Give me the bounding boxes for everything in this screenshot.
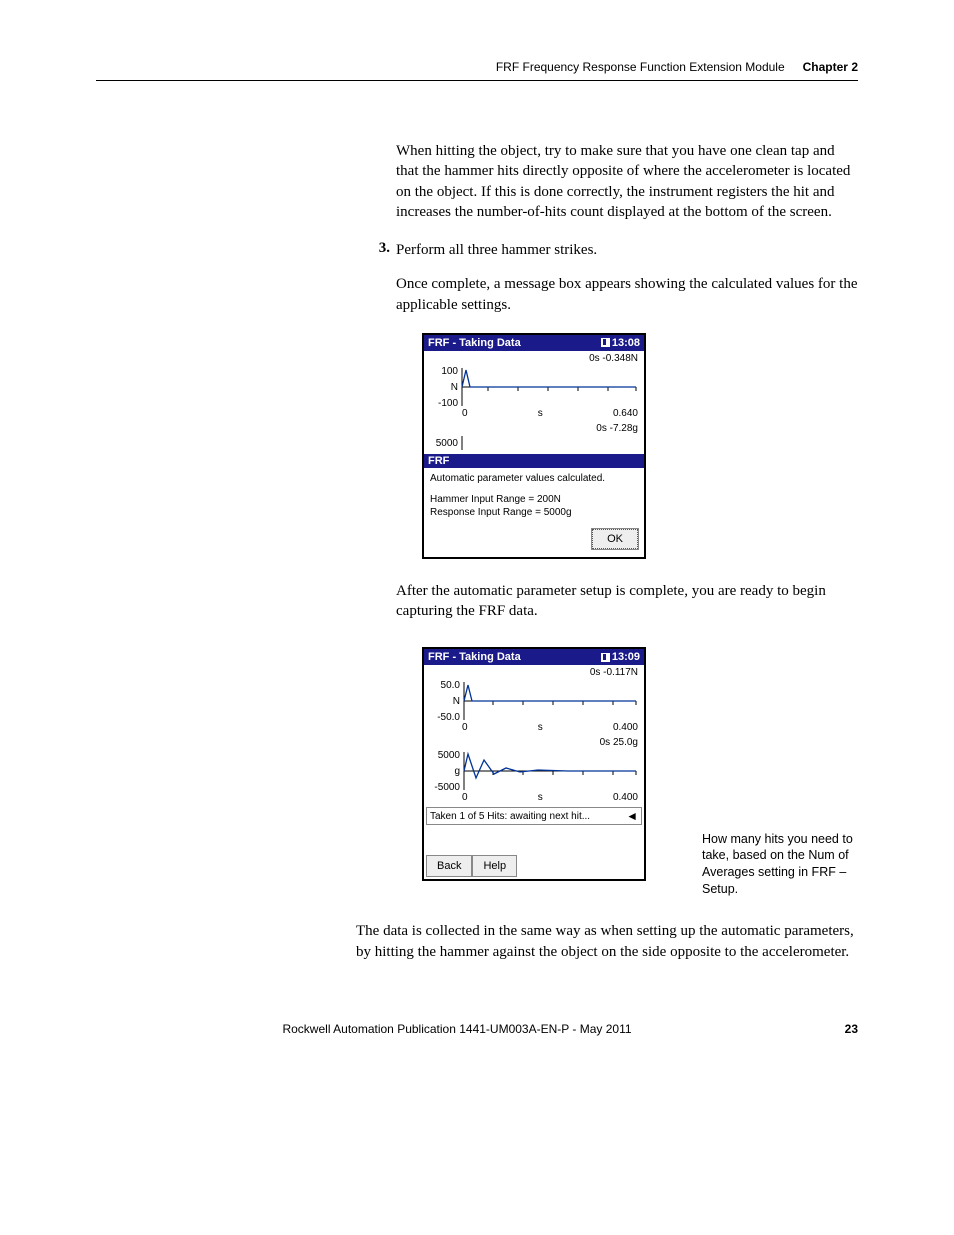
chart-response: 0s 25.0g 5000 g -5000 — [424, 735, 644, 805]
paragraph-after-step: Once complete, a message box appears sho… — [396, 274, 858, 315]
y-max: 5000 — [438, 750, 461, 761]
y-unit: N — [453, 696, 460, 707]
y-min: -50.0 — [437, 712, 460, 723]
y-unit: N — [451, 382, 458, 393]
window-title: FRF - Taking Data — [428, 337, 521, 349]
back-button[interactable]: Back — [426, 855, 472, 877]
y-max: 50.0 — [441, 680, 461, 691]
msg-line: Response Input Range = 5000g — [430, 506, 638, 519]
status-text: Taken 1 of 5 Hits: awaiting next hit... — [430, 811, 590, 822]
chart-hammer: 0s -0.117N 50.0 N -50.0 — [424, 665, 644, 735]
x-zero: 0 — [462, 722, 468, 733]
x-end: 0.640 — [613, 408, 638, 419]
battery-icon — [601, 653, 610, 662]
y-min: -5000 — [434, 782, 460, 793]
chart-hammer: 0s -0.348N 100 N -100 0 s — [424, 351, 644, 421]
window-title: FRF - Taking Data — [428, 651, 521, 663]
help-button[interactable]: Help — [472, 855, 517, 877]
ok-button[interactable]: OK — [592, 529, 638, 549]
chart-cursor-reading: 0s -0.117N — [428, 667, 640, 678]
x-label: s — [538, 408, 543, 419]
y-min: -100 — [438, 398, 458, 409]
window-title-bar: FRF - Taking Data 13:08 — [424, 335, 644, 351]
chart-cursor-reading: 0s 25.0g — [428, 737, 640, 748]
page-footer: Rockwell Automation Publication 1441-UM0… — [96, 1022, 858, 1036]
window-title-bar: FRF - Taking Data 13:09 — [424, 649, 644, 665]
msg-line: Hammer Input Range = 200N — [430, 493, 638, 506]
paragraph-final: The data is collected in the same way as… — [356, 921, 858, 962]
chart-response-partial: 0s -7.28g 5000 — [424, 421, 644, 454]
callout-text: How many hits you need to take, based on… — [702, 831, 858, 899]
step-text: Perform all three hammer strikes. — [396, 240, 597, 260]
chart-cursor-reading: 0s -0.348N — [428, 353, 640, 364]
step-3: 3. Perform all three hammer strikes. — [396, 240, 858, 260]
x-zero: 0 — [462, 792, 468, 803]
screenshot-frf-msgbox: FRF - Taking Data 13:08 0s -0.348N 100 N… — [422, 333, 646, 559]
x-zero: 0 — [462, 408, 468, 419]
footer-publication: Rockwell Automation Publication 1441-UM0… — [96, 1022, 818, 1036]
x-label: s — [538, 722, 543, 733]
clock-time: 13:09 — [612, 651, 640, 663]
screenshot-frf-taking-data: FRF - Taking Data 13:09 0s -0.117N 50.0 … — [422, 647, 646, 881]
header-title: FRF Frequency Response Function Extensio… — [496, 60, 785, 74]
x-end: 0.400 — [613, 792, 638, 803]
battery-icon — [601, 338, 610, 347]
dialog-title: FRF — [424, 454, 644, 468]
header-chapter: Chapter 2 — [803, 60, 858, 74]
paragraph-intro: When hitting the object, try to make sur… — [396, 141, 858, 222]
x-end: 0.400 — [613, 722, 638, 733]
paragraph-after-shot1: After the automatic parameter setup is c… — [396, 581, 858, 622]
dialog-body: Automatic parameter values calculated. H… — [424, 468, 644, 525]
msg-line: Automatic parameter values calculated. — [430, 472, 638, 485]
arrow-left-icon: ◄ — [626, 809, 638, 823]
y-max: 100 — [441, 366, 458, 377]
chart-cursor-reading: 0s -7.28g — [428, 423, 640, 434]
status-bar: Taken 1 of 5 Hits: awaiting next hit... … — [426, 807, 642, 825]
clock-time: 13:08 — [612, 337, 640, 349]
y-unit: g — [454, 766, 460, 777]
page-header: FRF Frequency Response Function Extensio… — [96, 60, 858, 81]
y-label: 5000 — [436, 438, 459, 449]
step-number: 3. — [366, 240, 390, 257]
x-label: s — [538, 792, 543, 803]
footer-page-number: 23 — [818, 1022, 858, 1036]
